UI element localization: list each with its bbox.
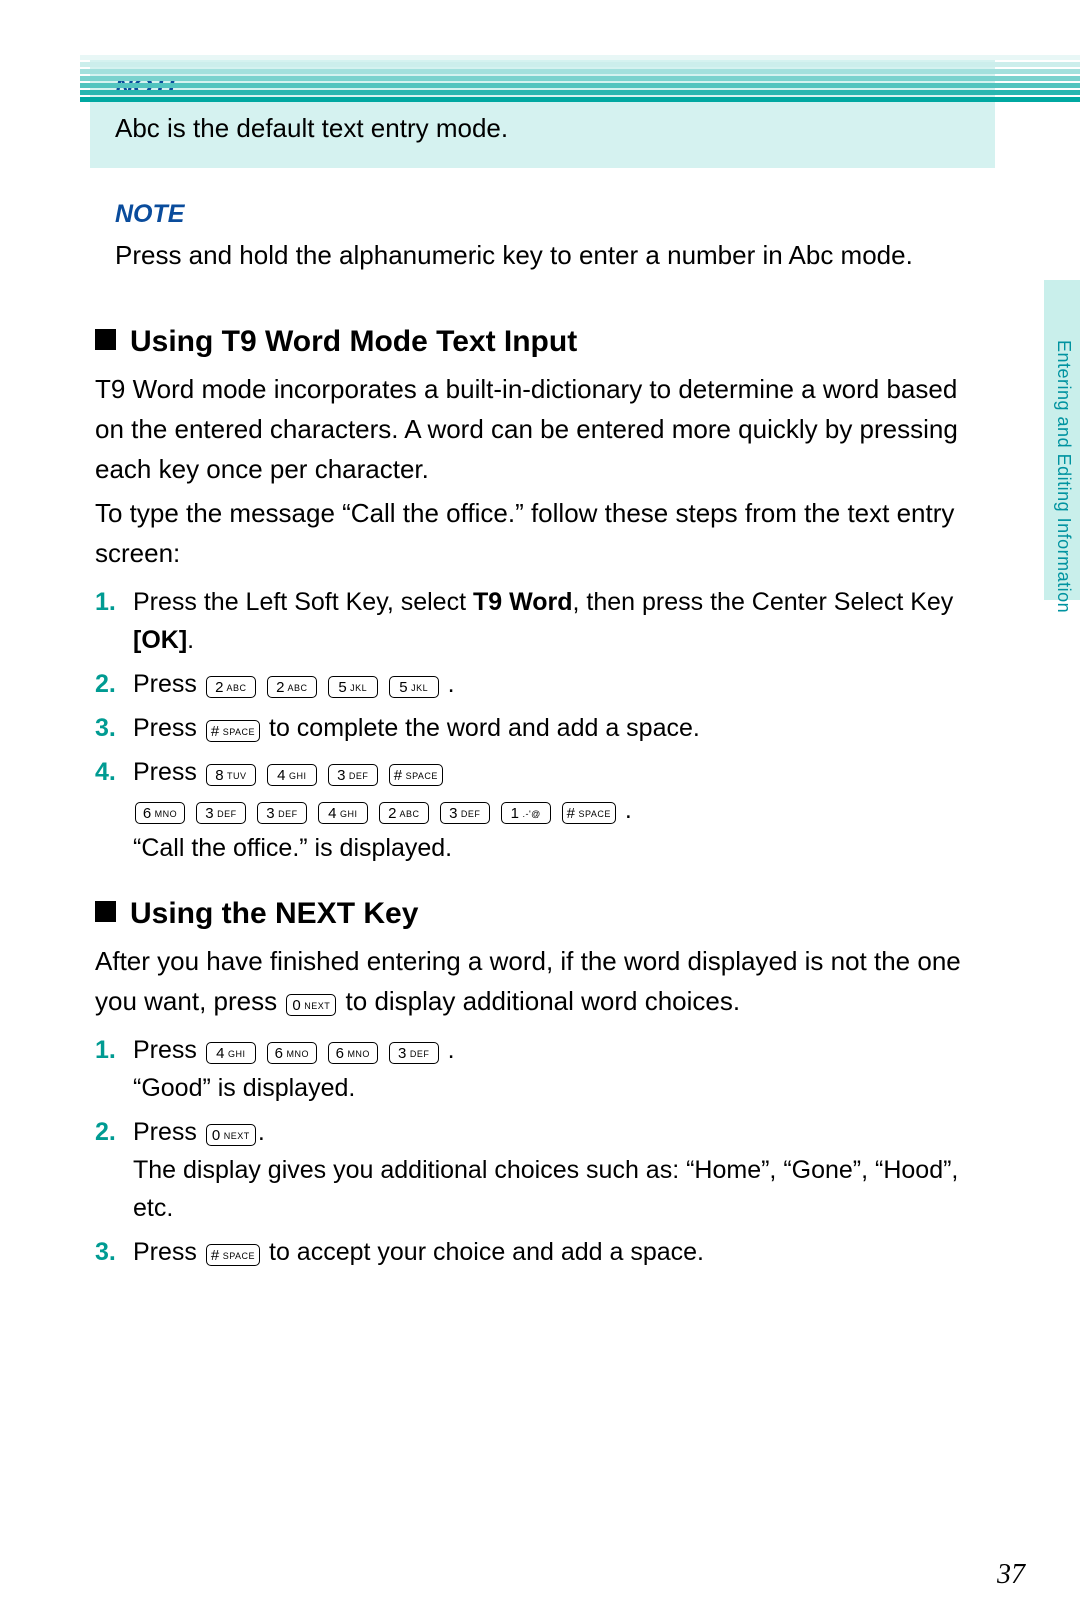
steps-list-1: 1. Press the Left Soft Key, select T9 Wo… [95, 583, 985, 867]
step-number: 2. [95, 1113, 116, 1151]
step-number: 1. [95, 1031, 116, 1069]
note-box-2: NOTE Press and hold the alphanumeric key… [90, 188, 995, 295]
step-item: 2. Press 2 ABC 2 ABC 5 JKL 5 JKL . [95, 665, 985, 703]
paragraph: T9 Word mode incorporates a built-in-dic… [95, 369, 985, 489]
keycap-icon: 4 GHI [206, 1042, 256, 1064]
main-content: Using T9 Word Mode Text Input T9 Word mo… [95, 325, 985, 1271]
keycap-icon: # SPACE [206, 1244, 260, 1266]
keycap-icon: 5 JKL [389, 676, 439, 698]
section-heading-next: Using the NEXT Key [95, 897, 985, 931]
keycap-icon: 3 DEF [196, 802, 246, 824]
step-item: 2. Press 0 NEXT. The display gives you a… [95, 1113, 985, 1227]
keycap-icon: 2 ABC [379, 802, 429, 824]
bullet-square-icon [95, 901, 116, 922]
keycap-icon: 2 ABC [267, 676, 317, 698]
note-title: NOTE [115, 200, 970, 229]
step-item: 3. Press # SPACE to complete the word an… [95, 709, 985, 747]
keycap-icon: 6 MNO [267, 1042, 317, 1064]
keycap-icon: 0 NEXT [206, 1124, 256, 1146]
step-item: 3. Press # SPACE to accept your choice a… [95, 1233, 985, 1271]
keycap-icon: 5 JKL [328, 676, 378, 698]
keycap-icon: 3 DEF [328, 764, 378, 786]
keycap-icon: # SPACE [562, 802, 616, 824]
step-number: 3. [95, 709, 116, 747]
keycap-icon: 6 MNO [135, 802, 185, 824]
page-number: 37 [997, 1559, 1025, 1591]
step-number: 2. [95, 665, 116, 703]
bullet-square-icon [95, 329, 116, 350]
keycap-icon: 2 ABC [206, 676, 256, 698]
note-body: Press and hold the alphanumeric key to e… [115, 235, 970, 275]
keycap-icon: # SPACE [206, 720, 260, 742]
step-item: 1. Press 4 GHI 6 MNO 6 MNO 3 DEF . “Good… [95, 1031, 985, 1107]
chapter-tab-label: Entering and Editing Information [1053, 340, 1074, 613]
keycap-icon: 0 NEXT [286, 994, 336, 1016]
step-item: 4. Press 8 TUV 4 GHI 3 DEF # SPACE 6 MNO… [95, 753, 985, 867]
step-item: 1. Press the Left Soft Key, select T9 Wo… [95, 583, 985, 659]
step-number: 3. [95, 1233, 116, 1271]
keycap-icon: 3 DEF [440, 802, 490, 824]
step-number: 1. [95, 583, 116, 621]
keycap-icon: 6 MNO [328, 1042, 378, 1064]
note-body: Abc is the default text entry mode. [115, 108, 970, 148]
keycap-icon: 8 TUV [206, 764, 256, 786]
section-heading-t9: Using T9 Word Mode Text Input [95, 325, 985, 359]
header-decoration [80, 55, 1080, 110]
keycap-icon: # SPACE [389, 764, 443, 786]
step-number: 4. [95, 753, 116, 791]
keycap-icon: 4 GHI [318, 802, 368, 824]
paragraph: After you have finished entering a word,… [95, 941, 985, 1021]
paragraph: To type the message “Call the office.” f… [95, 493, 985, 573]
keycap-icon: 3 DEF [389, 1042, 439, 1064]
steps-list-2: 1. Press 4 GHI 6 MNO 6 MNO 3 DEF . “Good… [95, 1031, 985, 1271]
keycap-icon: 4 GHI [267, 764, 317, 786]
keycap-icon: 3 DEF [257, 802, 307, 824]
keycap-icon: 1 .-'@ [501, 802, 551, 824]
